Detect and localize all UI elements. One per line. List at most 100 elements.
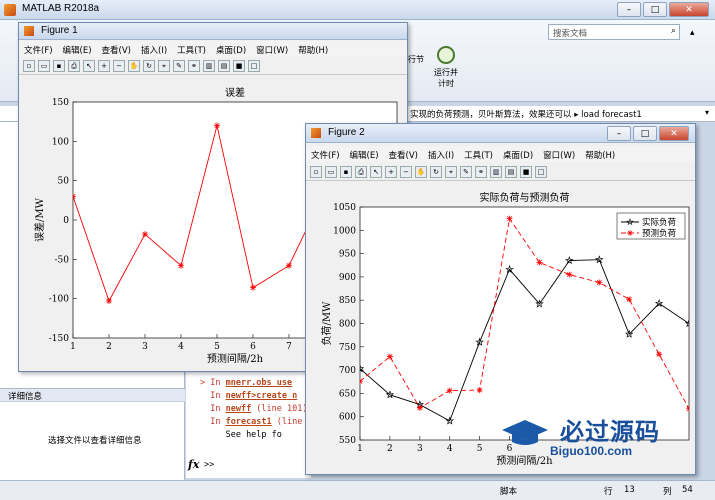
rotate-icon[interactable]: ↻ [143, 60, 155, 72]
figure2-titlebar[interactable]: Figure 2 – □ ✕ [306, 124, 695, 143]
ribbon-collapse-icon[interactable]: ▴ [690, 28, 702, 40]
run-and-time-button[interactable]: 运行并 计时 [430, 46, 462, 98]
ribbon-step-button[interactable]: 行节 [406, 48, 428, 98]
colorbar-icon[interactable]: ▥ [490, 166, 502, 178]
close-button[interactable]: ✕ [669, 2, 709, 17]
open-icon[interactable]: ▭ [38, 60, 50, 72]
y-tick-label: -150 [49, 334, 69, 344]
hide-plot-tools-icon[interactable]: ■ [233, 60, 245, 72]
brush-icon[interactable]: ✎ [173, 60, 185, 72]
figure2-maximize-button[interactable]: □ [633, 126, 657, 141]
x-tick-label: 5 [214, 342, 220, 352]
command-line: In newff>create_n [200, 391, 297, 401]
figure-icon [24, 26, 34, 36]
pointer-icon[interactable]: ↖ [370, 166, 382, 178]
figure2-minimize-button[interactable]: – [607, 126, 631, 141]
print-icon[interactable]: ⎙ [355, 166, 367, 178]
link-icon[interactable]: ⚭ [188, 60, 200, 72]
watermark-text: 必过源码 [560, 418, 660, 446]
save-icon[interactable]: ▪ [340, 166, 352, 178]
legend-icon[interactable]: ▤ [218, 60, 230, 72]
figure2-close-button[interactable]: ✕ [659, 126, 689, 141]
zoom-out-icon[interactable]: − [400, 166, 412, 178]
figure2-toolbar: ▫ ▭ ▪ ⎙ ↖ + − ✋ ↻ ⌖ ✎ ⚭ ▥ ▤ ■ □ [306, 164, 695, 181]
cmd-link[interactable]: newff>create_n [226, 391, 298, 401]
show-plot-tools-icon[interactable]: □ [248, 60, 260, 72]
menu-item[interactable]: 窗口(W) [251, 41, 293, 57]
x-tick-label: 6 [250, 342, 256, 352]
menu-item[interactable]: 工具(T) [459, 146, 498, 162]
pan-icon[interactable]: ✋ [128, 60, 140, 72]
search-box[interactable]: 搜索文档 ⌕ [548, 24, 680, 40]
chart-title: 误差 [225, 86, 245, 99]
cmd-link[interactable]: forecast1 [226, 417, 272, 427]
zoom-in-icon[interactable]: + [385, 166, 397, 178]
cmd-link[interactable]: newff [226, 404, 252, 414]
menu-item[interactable]: 桌面(D) [498, 146, 538, 162]
main-title: MATLAB R2018a [22, 3, 100, 14]
menu-item[interactable]: 编辑(E) [345, 146, 384, 162]
y-tick-label: -100 [49, 295, 69, 305]
save-icon[interactable]: ▪ [53, 60, 65, 72]
detail-title: 详细信息 [8, 392, 43, 402]
address-dropdown-icon[interactable]: ▾ [705, 108, 709, 117]
legend-label: 预测负荷 [642, 228, 677, 239]
menu-item[interactable]: 帮助(H) [580, 146, 620, 162]
cmd-prefix: In [200, 404, 226, 414]
maximize-button[interactable]: □ [643, 2, 667, 17]
menu-item[interactable]: 文件(F) [306, 146, 345, 162]
new-file-icon[interactable]: ▫ [23, 60, 35, 72]
data-point [416, 404, 423, 411]
data-point [178, 262, 184, 269]
zoom-in-icon[interactable]: + [98, 60, 110, 72]
menu-item[interactable]: 桌面(D) [211, 41, 251, 57]
search-placeholder: 搜索文档 [553, 29, 588, 39]
figure1-menubar: 文件(F) 编辑(E) 查看(V) 插入(I) 工具(T) 桌面(D) 窗口(W) 帮助(H) [19, 41, 407, 57]
hide-plot-tools-icon[interactable]: ■ [520, 166, 532, 178]
menu-item[interactable]: 窗口(W) [538, 146, 580, 162]
legend-icon[interactable]: ▤ [505, 166, 517, 178]
command-window[interactable]: > In mnerr.obs_use In newff>create_n In … [186, 370, 311, 478]
cmd-rest: See help fo [225, 430, 282, 440]
colorbar-icon[interactable]: ▥ [203, 60, 215, 72]
watermark-sub: Biguo100.com [550, 444, 633, 458]
minimize-button[interactable]: – [617, 2, 641, 17]
data-point [536, 259, 543, 266]
menu-item[interactable]: 编辑(E) [58, 41, 97, 57]
link-icon[interactable]: ⚭ [475, 166, 487, 178]
data-point [596, 279, 603, 286]
legend-label: 实际负荷 [642, 217, 677, 228]
menu-item[interactable]: 查看(V) [384, 146, 423, 162]
x-tick-label: 1 [357, 444, 363, 454]
pan-icon[interactable]: ✋ [415, 166, 427, 178]
menu-item[interactable]: 文件(F) [19, 41, 58, 57]
cmd-rest: (line 101) [251, 404, 308, 414]
figure1-titlebar[interactable]: Figure 1 [19, 23, 407, 40]
stopwatch-icon [437, 46, 455, 64]
cmd-link[interactable]: mnerr.obs_use [226, 378, 293, 388]
menu-item[interactable]: 帮助(H) [293, 41, 333, 57]
data-cursor-icon[interactable]: ⌖ [158, 60, 170, 72]
command-line: In newff (line 101) [200, 404, 307, 414]
menu-item[interactable]: 插入(I) [423, 146, 459, 162]
menu-item[interactable]: 查看(V) [97, 41, 136, 57]
x-axis-label: 预测间隔/2h [207, 352, 264, 365]
show-plot-tools-icon[interactable]: □ [535, 166, 547, 178]
figure2-title: Figure 2 [328, 127, 365, 138]
zoom-out-icon[interactable]: − [113, 60, 125, 72]
y-axis-label: 负荷/MW [320, 301, 333, 346]
print-icon[interactable]: ⎙ [68, 60, 80, 72]
menu-item[interactable]: 插入(I) [136, 41, 172, 57]
brush-icon[interactable]: ✎ [460, 166, 472, 178]
pointer-icon[interactable]: ↖ [83, 60, 95, 72]
rotate-icon[interactable]: ↻ [430, 166, 442, 178]
data-cursor-icon[interactable]: ⌖ [445, 166, 457, 178]
y-tick-label: 1000 [333, 226, 356, 236]
data-point [506, 215, 513, 222]
menu-item[interactable]: 工具(T) [172, 41, 211, 57]
open-icon[interactable]: ▭ [325, 166, 337, 178]
run-time-label-2: 计时 [438, 79, 454, 88]
status-script: 脚本 [500, 487, 518, 497]
x-tick-label: 2 [387, 444, 393, 454]
new-file-icon[interactable]: ▫ [310, 166, 322, 178]
